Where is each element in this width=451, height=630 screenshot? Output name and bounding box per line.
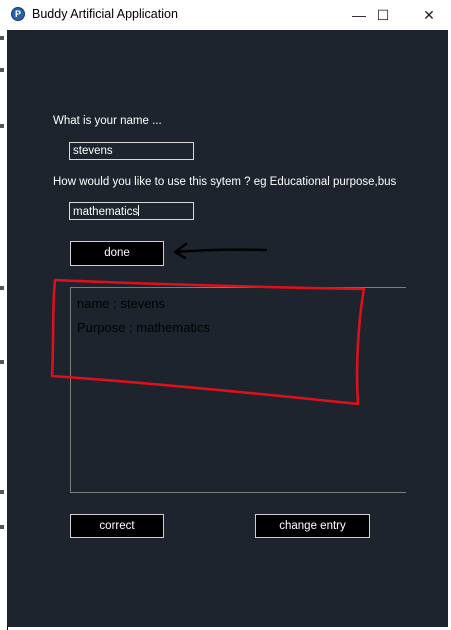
application-window: P Buddy Artificial Application — ☐ ✕ Wha… [0,0,451,630]
red-highlight-box-annotation [50,278,366,406]
arrow-annotation [173,242,268,260]
annotation-overlay [50,242,366,406]
